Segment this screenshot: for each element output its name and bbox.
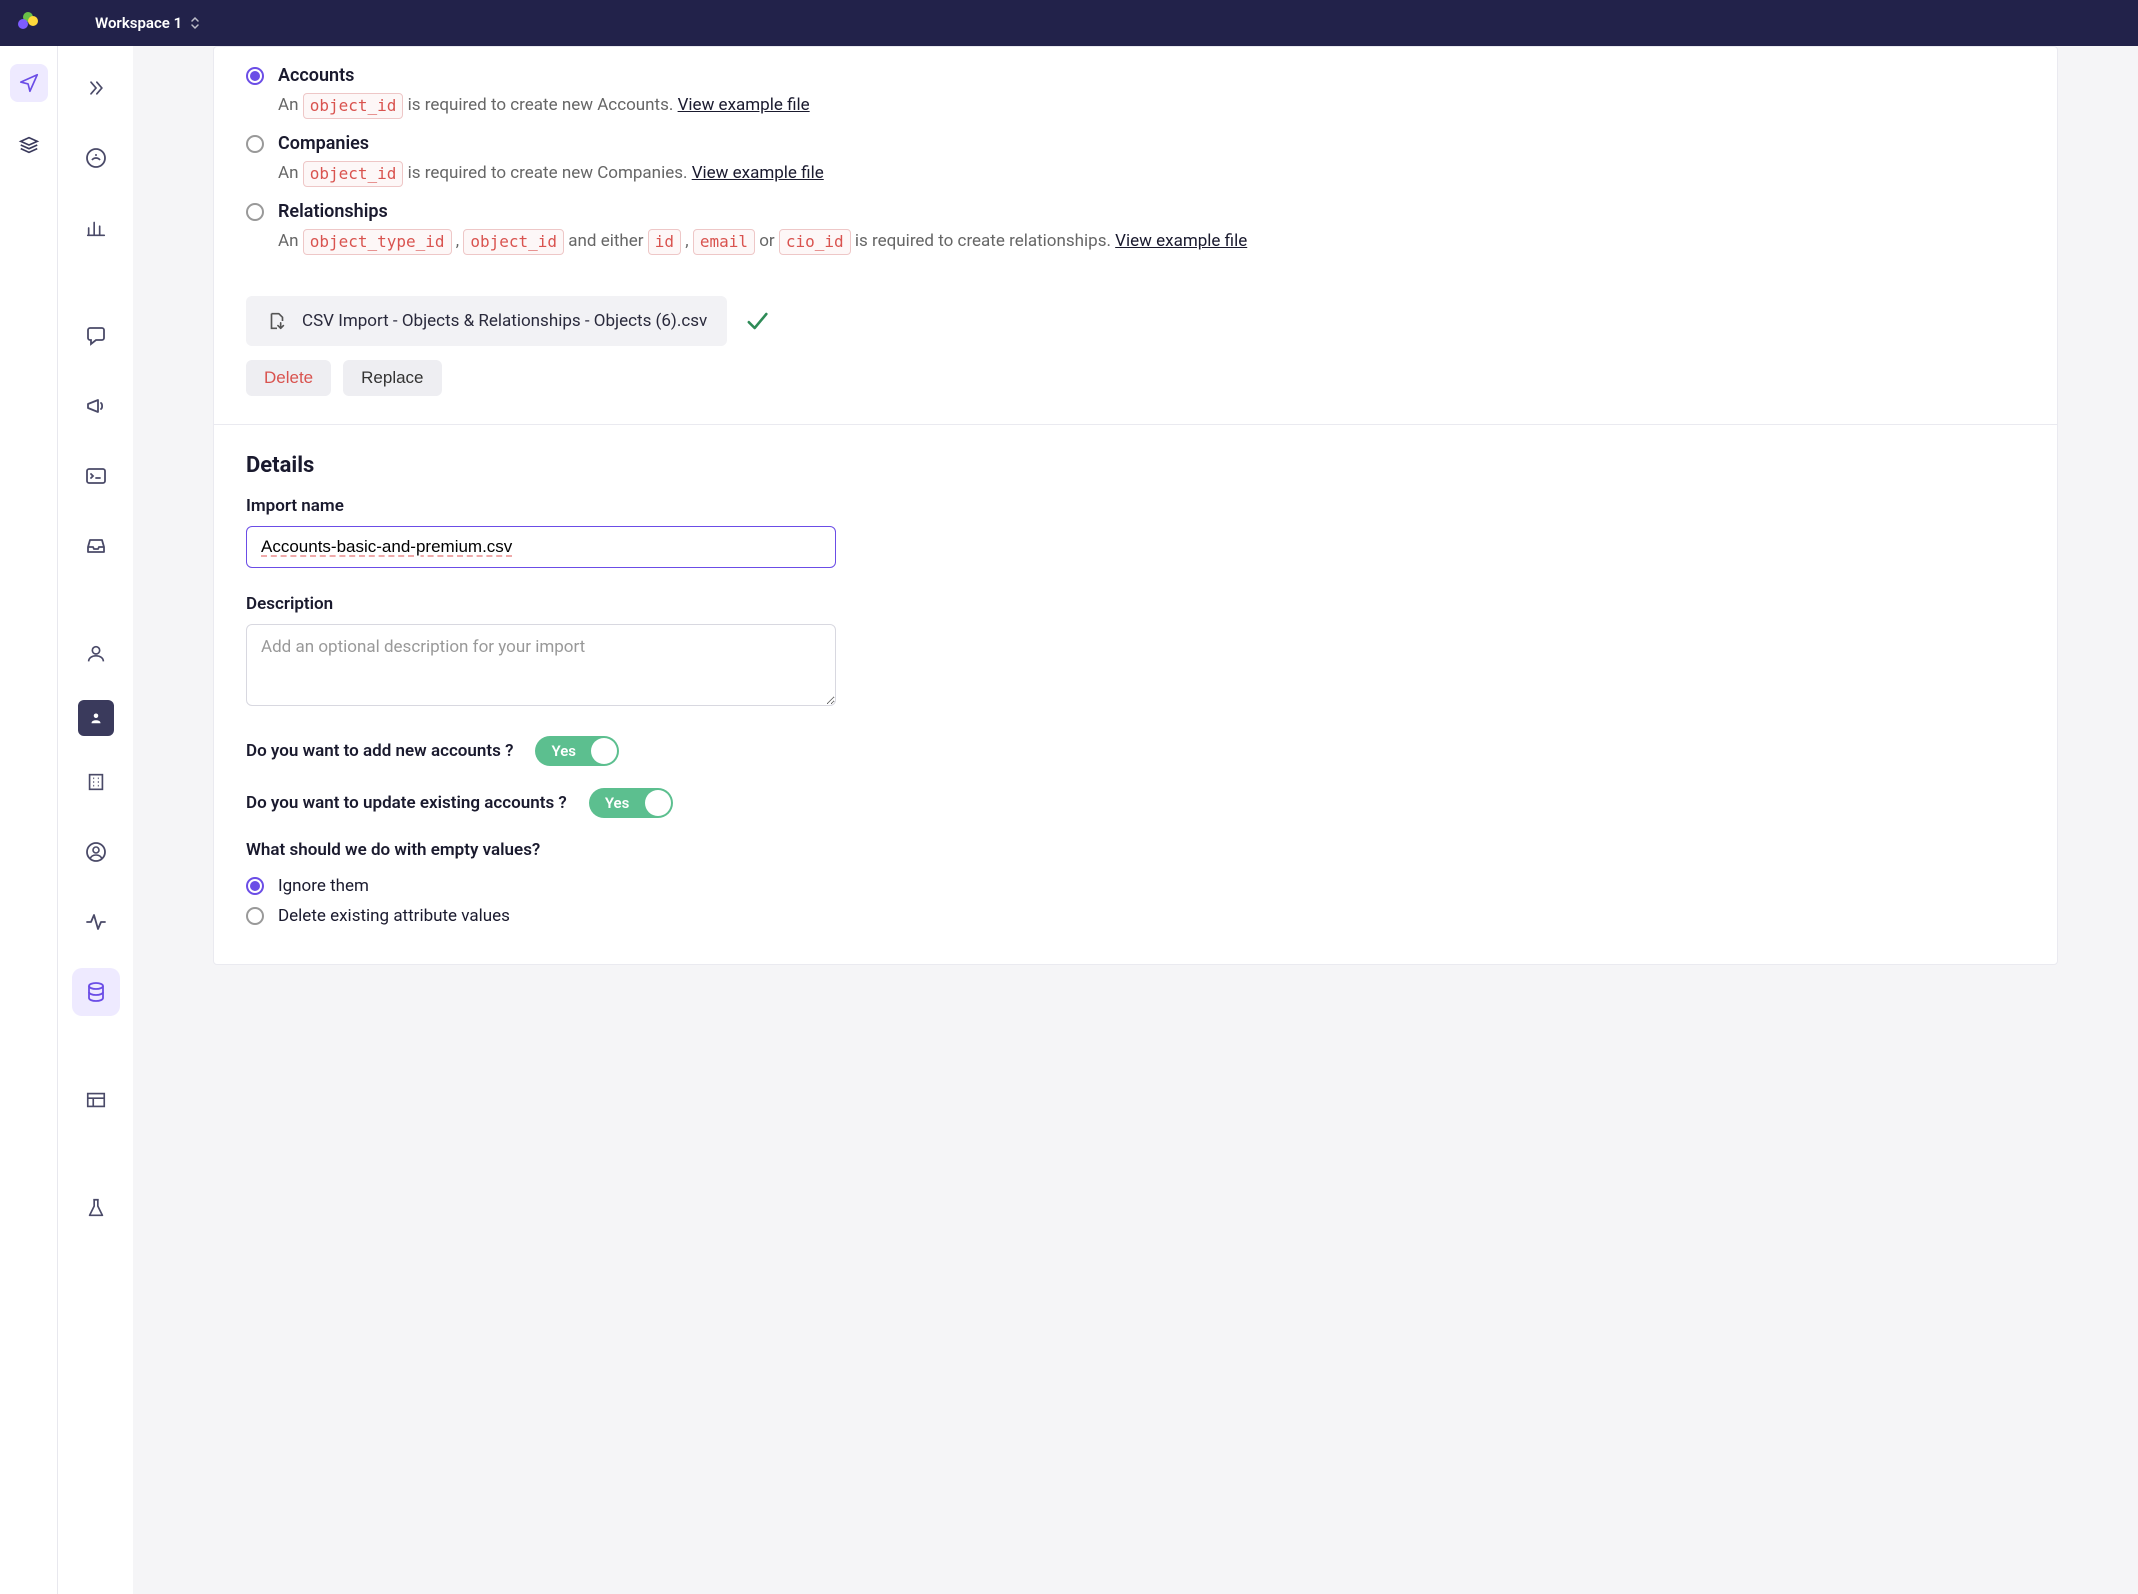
primary-nav-rail — [0, 46, 58, 1594]
toggle-update-accounts[interactable]: Yes — [589, 788, 673, 818]
radio-icon — [246, 135, 264, 153]
radio-companies-label: Companies — [278, 133, 369, 154]
topbar: Workspace 1 — [0, 0, 2138, 46]
radio-ignore-label: Ignore them — [278, 876, 369, 896]
radio-relationships-label: Relationships — [278, 201, 388, 222]
nav-broadcast-icon[interactable] — [72, 382, 120, 430]
description-textarea[interactable] — [246, 624, 836, 706]
delete-button[interactable]: Delete — [246, 360, 331, 396]
empty-values-question: What should we do with empty values? — [246, 840, 2025, 860]
view-example-link[interactable]: View example file — [692, 160, 824, 187]
code-pill: object_type_id — [303, 229, 452, 255]
import-type-radio-group: Accounts An object_id is required to cre… — [246, 47, 2025, 256]
code-pill: object_id — [463, 229, 564, 255]
description-field-group: Description — [246, 594, 2025, 710]
radio-relationships[interactable]: Relationships — [246, 201, 2025, 222]
check-icon — [743, 307, 771, 335]
radio-delete-values[interactable]: Delete existing attribute values — [246, 906, 2025, 926]
nav-expand-icon[interactable] — [72, 64, 120, 112]
replace-button[interactable]: Replace — [343, 360, 441, 396]
radio-icon — [246, 877, 264, 895]
workspace-switcher[interactable]: Workspace 1 — [95, 14, 200, 32]
secondary-nav-rail — [58, 46, 133, 1594]
radio-icon — [246, 907, 264, 925]
nav-layers-icon[interactable] — [10, 126, 48, 164]
toggle-yes-label: Yes — [535, 742, 576, 760]
radio-delete-label: Delete existing attribute values — [278, 906, 510, 926]
divider — [214, 424, 2057, 425]
toggle-update-question: Do you want to update existing accounts … — [246, 793, 567, 813]
import-name-label: Import name — [246, 496, 2025, 516]
nav-activity-icon[interactable] — [72, 898, 120, 946]
main-content: Accounts An object_id is required to cre… — [133, 46, 2138, 965]
nav-dashboard-icon[interactable] — [72, 134, 120, 182]
radio-companies[interactable]: Companies — [246, 133, 2025, 154]
nav-analytics-icon[interactable] — [72, 204, 120, 252]
view-example-link[interactable]: View example file — [1115, 228, 1247, 255]
toggle-knob — [591, 738, 617, 764]
toggle-knob — [645, 790, 671, 816]
empty-values-block: What should we do with empty values? Ign… — [246, 840, 2025, 926]
code-pill: object_id — [303, 161, 404, 187]
import-card: Accounts An object_id is required to cre… — [213, 46, 2058, 965]
radio-icon — [246, 203, 264, 221]
radio-relationships-desc: An object_type_id , object_id and either… — [278, 228, 2025, 255]
radio-icon — [246, 67, 264, 85]
uploaded-file-row: CSV Import - Objects & Relationships - O… — [246, 296, 2025, 346]
code-pill: id — [648, 229, 681, 255]
nav-chat-icon[interactable] — [72, 312, 120, 360]
import-name-input[interactable] — [246, 526, 836, 568]
details-section-title: Details — [246, 453, 2025, 478]
file-actions: Delete Replace — [246, 360, 2025, 396]
toggle-row-update: Do you want to update existing accounts … — [246, 788, 2025, 818]
code-pill: cio_id — [779, 229, 851, 255]
radio-ignore[interactable]: Ignore them — [246, 876, 2025, 896]
import-name-field-group: Import name — [246, 496, 2025, 568]
app-logo-icon — [18, 12, 40, 34]
uploaded-file-name: CSV Import - Objects & Relationships - O… — [302, 311, 707, 331]
view-example-link[interactable]: View example file — [678, 92, 810, 119]
nav-building-icon[interactable] — [72, 758, 120, 806]
chevron-updown-icon — [190, 16, 200, 30]
workspace-name-label: Workspace 1 — [95, 14, 182, 32]
nav-inbox-icon[interactable] — [72, 522, 120, 570]
uploaded-file-box: CSV Import - Objects & Relationships - O… — [246, 296, 727, 346]
radio-accounts[interactable]: Accounts — [246, 65, 2025, 86]
nav-table-icon[interactable] — [72, 1076, 120, 1124]
toggle-row-add: Do you want to add new accounts ? Yes — [246, 736, 2025, 766]
toggle-add-question: Do you want to add new accounts ? — [246, 741, 513, 761]
nav-data-icon[interactable] — [72, 968, 120, 1016]
description-label: Description — [246, 594, 2025, 614]
nav-contact-card-icon[interactable] — [78, 700, 114, 736]
nav-send-icon[interactable] — [10, 64, 48, 102]
nav-person-icon[interactable] — [72, 630, 120, 678]
radio-accounts-desc: An object_id is required to create new A… — [278, 92, 2025, 119]
nav-usergroup-icon[interactable] — [72, 828, 120, 876]
nav-flask-icon[interactable] — [72, 1184, 120, 1232]
code-pill: object_id — [303, 93, 404, 119]
radio-companies-desc: An object_id is required to create new C… — [278, 160, 2025, 187]
radio-accounts-label: Accounts — [278, 65, 354, 86]
toggle-yes-label: Yes — [589, 794, 630, 812]
code-pill: email — [693, 229, 755, 255]
nav-terminal-icon[interactable] — [72, 452, 120, 500]
toggle-add-accounts[interactable]: Yes — [535, 736, 619, 766]
file-download-icon — [266, 310, 288, 332]
